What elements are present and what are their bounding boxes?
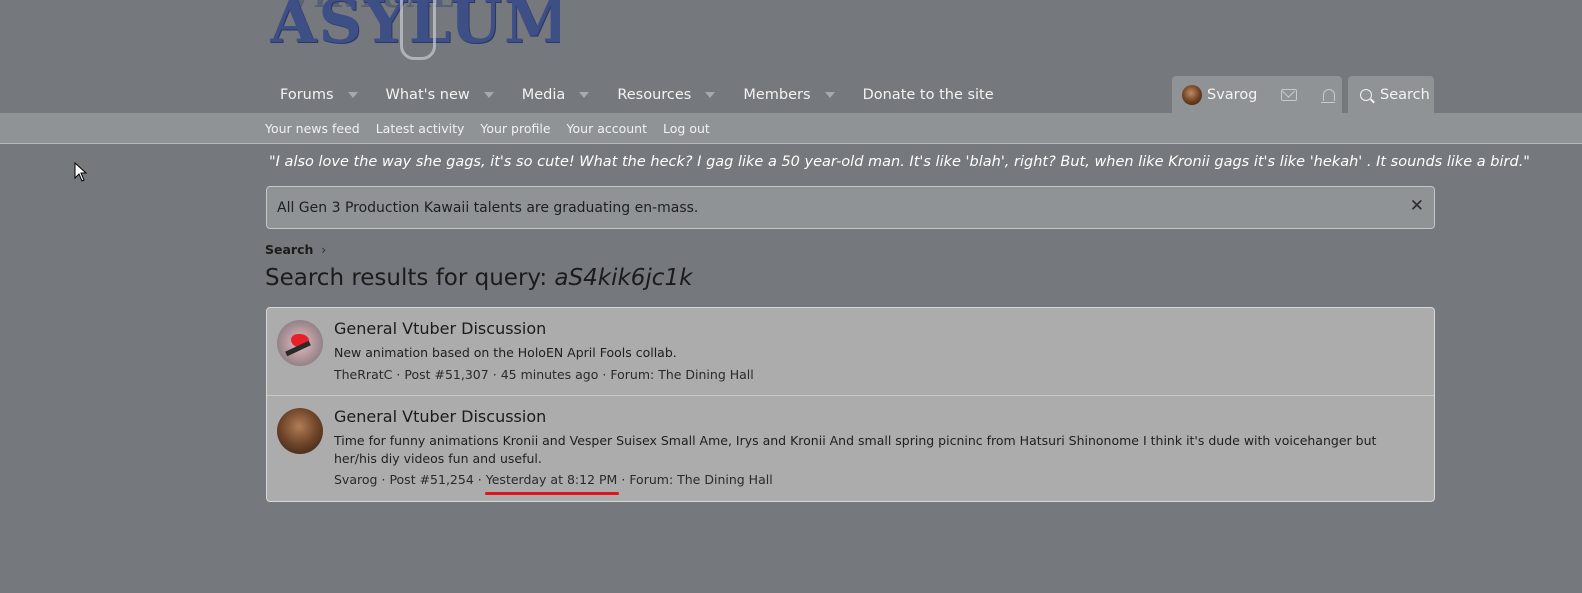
nav-forums[interactable]: Forums bbox=[266, 76, 372, 114]
close-icon[interactable]: ✕ bbox=[1410, 196, 1424, 216]
nav-resources-label: Resources bbox=[617, 87, 692, 103]
chevron-down-icon[interactable] bbox=[705, 92, 716, 98]
meta-separator: · bbox=[602, 367, 607, 382]
result-snippet: New animation based on the HoloEN April … bbox=[334, 345, 677, 360]
breadcrumb: Search › bbox=[265, 242, 326, 257]
chevron-down-icon[interactable] bbox=[347, 92, 358, 98]
nav-resources[interactable]: Resources bbox=[603, 76, 729, 114]
list-item: General Vtuber Discussion Time for funny… bbox=[267, 396, 1434, 501]
main-nav: Forums What's new Media Resources Member… bbox=[266, 76, 1008, 114]
meta-separator: · bbox=[477, 472, 482, 487]
nav-donate-label: Donate to the site bbox=[862, 87, 994, 103]
mail-icon[interactable] bbox=[1281, 89, 1298, 101]
sub-nav: Your news feed Latest activity Your prof… bbox=[0, 113, 1582, 144]
meta-separator: · bbox=[396, 367, 401, 382]
meta-separator: · bbox=[621, 472, 626, 487]
subnav-latest-activity[interactable]: Latest activity bbox=[376, 121, 465, 136]
page-title-prefix: Search results for query: bbox=[265, 265, 555, 291]
list-item: General Vtuber Discussion New animation … bbox=[267, 308, 1434, 396]
search-button-label: Search bbox=[1380, 87, 1430, 103]
result-time[interactable]: 45 minutes ago bbox=[501, 367, 599, 382]
nav-donate[interactable]: Donate to the site bbox=[849, 76, 1008, 114]
result-meta: Svarog · Post #51,254 · Yesterday at 8:1… bbox=[334, 472, 773, 495]
subnav-news-feed[interactable]: Your news feed bbox=[265, 121, 360, 136]
avatar[interactable] bbox=[277, 408, 323, 454]
subnav-your-profile[interactable]: Your profile bbox=[480, 121, 550, 136]
nav-whats-new[interactable]: What's new bbox=[372, 76, 508, 114]
search-query: aS4kik6jc1k bbox=[554, 265, 693, 291]
user-name[interactable]: Svarog bbox=[1207, 87, 1257, 103]
nav-forums-label: Forums bbox=[280, 87, 334, 103]
red-underline-annotation bbox=[484, 492, 620, 495]
user-menu: Svarog bbox=[1172, 76, 1342, 114]
chevron-right-icon: › bbox=[321, 242, 327, 257]
nav-members[interactable]: Members bbox=[729, 76, 848, 114]
bell-icon[interactable] bbox=[1321, 89, 1336, 103]
header-quote: "I also love the way she gags, it's so c… bbox=[269, 154, 1530, 170]
site-logo[interactable]: VIRTUAL ASYLUM bbox=[270, 0, 560, 64]
logo-chain-icon bbox=[400, 0, 436, 60]
result-meta: TheRratC · Post #51,307 · 45 minutes ago… bbox=[334, 367, 754, 382]
breadcrumb-search[interactable]: Search bbox=[265, 242, 313, 257]
page-title: Search results for query: aS4kik6jc1k bbox=[265, 265, 692, 291]
result-title[interactable]: General Vtuber Discussion bbox=[334, 407, 546, 426]
meta-separator: · bbox=[492, 367, 497, 382]
nav-members-label: Members bbox=[743, 87, 811, 103]
avatar[interactable] bbox=[1182, 85, 1202, 105]
result-post-number[interactable]: Post #51,254 bbox=[389, 472, 473, 487]
chevron-down-icon[interactable] bbox=[824, 92, 835, 98]
nav-media-label: Media bbox=[521, 87, 566, 103]
result-time-highlighted[interactable]: Yesterday at 8:12 PM bbox=[484, 472, 620, 495]
chevron-down-icon[interactable] bbox=[483, 92, 494, 98]
subnav-your-account[interactable]: Your account bbox=[567, 121, 647, 136]
chevron-down-icon[interactable] bbox=[579, 92, 590, 98]
notice-text: All Gen 3 Production Kawaii talents are … bbox=[277, 200, 699, 216]
result-post-number[interactable]: Post #51,307 bbox=[404, 367, 488, 382]
result-author[interactable]: TheRratC bbox=[334, 367, 392, 382]
search-button[interactable]: Search bbox=[1348, 76, 1434, 114]
result-forum[interactable]: Forum: The Dining Hall bbox=[629, 472, 772, 487]
search-icon bbox=[1360, 89, 1372, 101]
search-results: General Vtuber Discussion New animation … bbox=[266, 307, 1435, 502]
meta-separator: · bbox=[381, 472, 386, 487]
nav-media[interactable]: Media bbox=[508, 76, 604, 114]
result-author[interactable]: Svarog bbox=[334, 472, 377, 487]
notice-banner: All Gen 3 Production Kawaii talents are … bbox=[266, 186, 1435, 229]
nav-whats-new-label: What's new bbox=[385, 87, 470, 103]
result-time[interactable]: Yesterday at 8:12 PM bbox=[486, 472, 618, 487]
result-snippet: Time for funny animations Kronii and Ves… bbox=[334, 433, 1377, 466]
avatar[interactable] bbox=[277, 320, 323, 366]
result-forum[interactable]: Forum: The Dining Hall bbox=[610, 367, 753, 382]
result-title[interactable]: General Vtuber Discussion bbox=[334, 319, 546, 338]
subnav-log-out[interactable]: Log out bbox=[663, 121, 710, 136]
